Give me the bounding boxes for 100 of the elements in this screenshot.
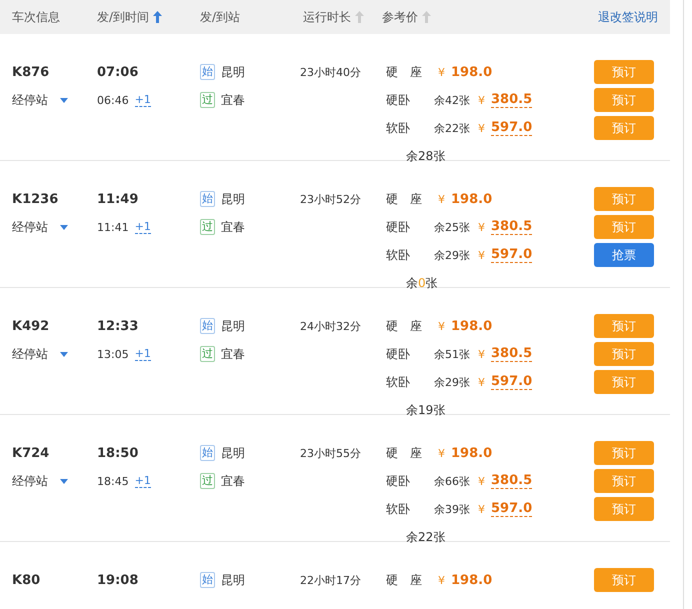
station-name: 宜春 — [221, 346, 245, 362]
station-tag: 过 — [200, 473, 215, 489]
duration: 22小时17分 — [300, 572, 361, 588]
train-number[interactable]: K876 — [12, 64, 50, 80]
station-tag: 始 — [200, 64, 215, 80]
seat-type: 硬 座 — [386, 318, 423, 334]
arrival-time: 18:45 — [97, 474, 129, 488]
seat-type: 硬 座 — [386, 190, 423, 208]
station-name: 昆明 — [221, 64, 245, 80]
stops-dropdown[interactable]: 经停站 — [12, 472, 68, 490]
yen-sign: ¥ — [478, 248, 485, 262]
arrival-time: 06:46 — [97, 94, 129, 106]
price: 198.0 — [451, 192, 492, 206]
seat-type: 硬卧 — [386, 346, 411, 362]
price: 198.0 — [451, 446, 492, 460]
seats-remaining: 余29张 — [434, 248, 470, 262]
price: 380.5 — [491, 92, 532, 108]
seats-remaining: 余25张 — [434, 220, 470, 234]
station-name: 昆明 — [221, 572, 245, 588]
remaining-note: 余0张 — [405, 274, 439, 292]
yen-sign: ¥ — [478, 94, 485, 106]
price: 380.5 — [491, 219, 532, 235]
yen-sign: ¥ — [478, 220, 485, 234]
seat-type: 软卧 — [386, 374, 411, 390]
price: 597.0 — [491, 120, 532, 136]
price: 380.5 — [491, 473, 532, 489]
seat-type: 硬 座 — [386, 444, 423, 462]
station-name: 宜春 — [221, 472, 245, 490]
column-header[interactable]: 参考价 — [382, 8, 418, 26]
sort-arrow-icon[interactable] — [355, 11, 364, 23]
sort-arrow-icon[interactable] — [153, 11, 162, 23]
station-name: 宜春 — [221, 218, 245, 236]
price: 597.0 — [491, 374, 532, 390]
yen-sign: ¥ — [478, 348, 485, 360]
seats-remaining: 余42张 — [434, 92, 470, 108]
seat-type: 软卧 — [386, 246, 411, 264]
yen-sign: ¥ — [438, 574, 445, 586]
stops-dropdown[interactable]: 经停站 — [12, 92, 68, 108]
departure-time: 18:50 — [97, 446, 138, 460]
station-name: 宜春 — [221, 92, 245, 108]
yen-sign: ¥ — [478, 122, 485, 134]
station-tag: 始 — [200, 318, 215, 334]
next-day-mark: +1 — [134, 474, 151, 488]
seats-remaining: 余29张 — [434, 374, 470, 390]
yen-sign: ¥ — [438, 66, 445, 78]
departure-time: 12:33 — [97, 318, 138, 334]
duration: 23小时40分 — [300, 64, 361, 80]
station-tag: 始 — [200, 191, 215, 207]
seats-remaining: 余66张 — [434, 474, 470, 488]
sort-arrow-icon[interactable] — [422, 11, 431, 23]
refund-policy-link[interactable]: 退改签说明 — [598, 8, 658, 26]
column-header[interactable]: 车次信息 — [12, 8, 60, 26]
price: 198.0 — [451, 572, 492, 588]
remaining-note: 余19张 — [405, 402, 446, 419]
seats-remaining: 余51张 — [434, 346, 470, 362]
train-number[interactable]: K1236 — [12, 192, 58, 206]
next-day-mark: +1 — [134, 220, 151, 234]
stops-dropdown[interactable]: 经停站 — [12, 346, 68, 362]
seat-type: 软卧 — [386, 500, 411, 518]
station-tag: 过 — [200, 346, 215, 362]
station-tag: 过 — [200, 92, 215, 108]
duration: 23小时55分 — [300, 446, 361, 460]
remaining-note: 余28张 — [405, 148, 446, 165]
column-header[interactable]: 发/到站 — [200, 8, 240, 26]
remaining-note: 余22张 — [405, 528, 446, 546]
train-number[interactable]: K492 — [12, 318, 50, 334]
seat-type: 硬 座 — [386, 572, 423, 588]
price: 198.0 — [451, 318, 492, 334]
duration: 23小时52分 — [300, 192, 361, 206]
station-name: 昆明 — [221, 444, 245, 462]
train-number[interactable]: K80 — [12, 572, 40, 588]
price: 597.0 — [491, 247, 532, 263]
seats-remaining: 余22张 — [434, 120, 470, 136]
arrival-time: 11:41 — [97, 220, 129, 234]
departure-time: 07:06 — [97, 64, 138, 80]
price: 380.5 — [491, 346, 532, 362]
stops-dropdown[interactable]: 经停站 — [12, 218, 68, 236]
arrival-time: 13:05 — [97, 348, 129, 360]
departure-time: 11:49 — [97, 192, 138, 206]
price: 198.0 — [451, 64, 492, 80]
next-day-mark: +1 — [134, 347, 151, 361]
duration: 24小时32分 — [300, 318, 361, 334]
column-header[interactable]: 发/到时间 — [97, 8, 150, 26]
grab-ticket-button[interactable]: 抢票 — [594, 243, 654, 267]
station-tag: 始 — [200, 445, 215, 461]
yen-sign: ¥ — [478, 376, 485, 388]
yen-sign: ¥ — [438, 320, 445, 332]
price: 597.0 — [491, 501, 532, 517]
seats-remaining: 余39张 — [434, 502, 470, 516]
station-tag: 始 — [200, 572, 215, 588]
station-name: 昆明 — [221, 318, 245, 334]
departure-time: 19:08 — [97, 572, 138, 588]
seat-type: 硬卧 — [386, 472, 411, 490]
train-number[interactable]: K724 — [12, 446, 50, 460]
column-header[interactable]: 运行时长 — [303, 8, 351, 26]
seat-type: 硬卧 — [386, 218, 411, 236]
station-name: 昆明 — [221, 190, 245, 208]
seat-type: 硬 座 — [386, 64, 423, 80]
seat-type: 硬卧 — [386, 92, 411, 108]
yen-sign: ¥ — [478, 474, 485, 488]
